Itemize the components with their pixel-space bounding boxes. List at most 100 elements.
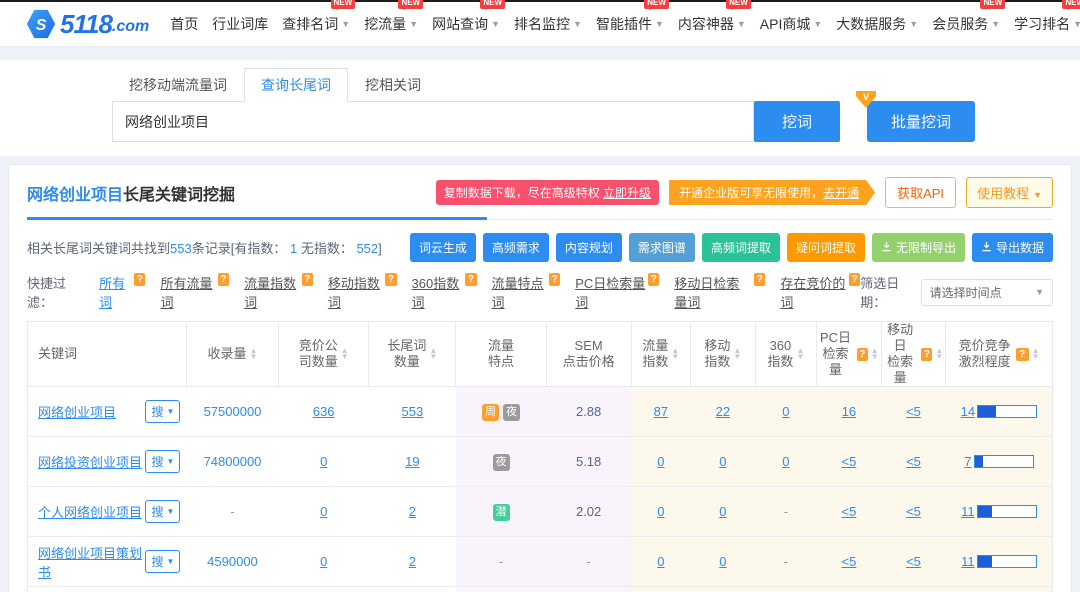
nav-item-会员服务[interactable]: NEW会员服务▼ [925, 10, 1007, 38]
upgrade-now-link[interactable]: 立即升级 [603, 186, 651, 200]
mobile-daily-search-value[interactable]: <5 [906, 454, 921, 469]
keyword-link[interactable]: 个人网络创业项目 [38, 502, 142, 521]
nav-item-API商城[interactable]: API商城▼ [753, 10, 830, 38]
nav-item-智能插件[interactable]: NEW智能插件▼ [589, 10, 671, 38]
column-header-traffic_index[interactable]: 流量指数▲▼ [631, 322, 690, 387]
mobile-index-value[interactable]: 0 [719, 454, 726, 469]
nav-item-网站查询[interactable]: NEW网站查询▼ [425, 10, 507, 38]
action-button-词云生成[interactable]: 词云生成 [410, 233, 476, 262]
action-button-高频词提取[interactable]: 高频词提取 [702, 233, 780, 262]
traffic-index-value[interactable]: 0 [657, 504, 664, 519]
competition-value[interactable]: 14 [961, 404, 975, 419]
filter-link-移动日检索量词[interactable]: 移动日检索量词 [674, 273, 752, 311]
nav-item-排名监控[interactable]: 排名监控▼ [507, 10, 589, 38]
open-enterprise-link[interactable]: 去开通 [823, 186, 859, 200]
index-360-value[interactable]: 0 [782, 454, 789, 469]
search-dropdown-button[interactable]: 搜▼ [145, 500, 180, 523]
column-header-bid_companies[interactable]: 竞价公司数量▲▼ [279, 322, 369, 387]
competition-value[interactable]: 11 [961, 554, 975, 569]
help-icon[interactable]: ? [385, 273, 396, 286]
search-dropdown-button[interactable]: 搜▼ [145, 400, 180, 423]
batch-dig-button[interactable]: V 批量挖词 [867, 101, 975, 142]
mobile-daily-search-value[interactable]: <5 [906, 504, 921, 519]
bid-companies-value[interactable]: 636 [313, 404, 335, 419]
sort-icon[interactable]: ▲▼ [871, 348, 879, 360]
column-header-index_360[interactable]: 360指数▲▼ [755, 322, 816, 387]
help-icon[interactable]: ? [1016, 348, 1029, 361]
search-dropdown-button[interactable]: 搜▼ [145, 450, 180, 473]
nav-item-行业词库[interactable]: 行业词库 [205, 10, 275, 38]
tab-挖移动端流量词[interactable]: 挖移动端流量词 [112, 68, 244, 101]
tab-查询长尾词[interactable]: 查询长尾词 [244, 68, 348, 102]
help-icon[interactable]: ? [134, 273, 145, 286]
date-filter-select[interactable]: 请选择时间点 ▼ [921, 279, 1053, 306]
help-icon[interactable]: ? [549, 273, 560, 286]
help-icon[interactable]: ? [857, 348, 868, 361]
longtail-count-value[interactable]: 19 [405, 454, 419, 469]
nav-item-挖流量[interactable]: NEW挖流量▼ [357, 10, 425, 38]
nav-item-大数据服务[interactable]: 大数据服务▼ [829, 10, 925, 38]
index-360-value[interactable]: 0 [782, 404, 789, 419]
bid-companies-value[interactable]: 0 [320, 554, 327, 569]
mobile-index-value[interactable]: 22 [716, 404, 730, 419]
action-button-疑问词提取[interactable]: 疑问词提取 [787, 233, 865, 262]
keyword-input[interactable] [112, 101, 754, 142]
column-header-mobile_daily[interactable]: 移动日检索量?▲▼ [881, 322, 946, 387]
tutorial-button[interactable]: 使用教程▼ [966, 177, 1053, 208]
sort-icon[interactable]: ▲▼ [1032, 348, 1040, 360]
column-header-longtail_count[interactable]: 长尾词数量▲▼ [369, 322, 456, 387]
keyword-link[interactable]: 网络创业项目 [38, 402, 116, 421]
help-icon[interactable]: ? [921, 348, 932, 361]
filter-link-所有词[interactable]: 所有词 [99, 273, 132, 311]
bid-companies-value[interactable]: 0 [320, 504, 327, 519]
mobile-daily-search-value[interactable]: <5 [906, 554, 921, 569]
nav-item-学习排名[interactable]: NEW学习排名▼ [1007, 10, 1080, 38]
filter-link-PC日检索量词[interactable]: PC日检索量词 [575, 273, 646, 311]
pc-daily-search-value[interactable]: <5 [842, 504, 857, 519]
sort-icon[interactable]: ▲▼ [429, 348, 437, 360]
dig-words-button[interactable]: 挖词 [754, 101, 840, 142]
filter-link-360指数词[interactable]: 360指数词 [412, 273, 464, 311]
keyword-link[interactable]: 网络投资创业项目 [38, 452, 142, 471]
traffic-index-value[interactable]: 0 [657, 554, 664, 569]
nav-item-首页[interactable]: 首页 [163, 10, 205, 38]
filter-link-流量特点词[interactable]: 流量特点词 [492, 273, 548, 311]
mobile-index-value[interactable]: 0 [719, 504, 726, 519]
mobile-daily-search-value[interactable]: <5 [906, 404, 921, 419]
sort-icon[interactable]: ▲▼ [250, 348, 258, 360]
help-icon[interactable]: ? [218, 273, 229, 286]
bid-companies-value[interactable]: 0 [320, 454, 327, 469]
action-button-导出数据[interactable]: 导出数据 [972, 233, 1053, 262]
column-header-index_volume[interactable]: 收录量▲▼ [186, 322, 278, 387]
column-header-mobile_index[interactable]: 移动指数▲▼ [691, 322, 756, 387]
action-button-高频需求[interactable]: 高频需求 [483, 233, 549, 262]
get-api-button[interactable]: 获取API [885, 177, 956, 208]
competition-value[interactable]: 7 [964, 454, 971, 469]
filter-link-所有流量词[interactable]: 所有流量词 [160, 273, 216, 311]
longtail-count-value[interactable]: 2 [409, 554, 416, 569]
sort-icon[interactable]: ▲▼ [796, 348, 804, 360]
keyword-link[interactable]: 网络创业项目策划书 [38, 543, 145, 581]
help-icon[interactable]: ? [754, 273, 765, 286]
nav-item-查排名词[interactable]: NEW查排名词▼ [275, 10, 357, 38]
pc-daily-search-value[interactable]: <5 [842, 554, 857, 569]
filter-link-移动指数词[interactable]: 移动指数词 [328, 273, 384, 311]
tab-挖相关词[interactable]: 挖相关词 [348, 68, 438, 101]
column-header-competition[interactable]: 竞价竞争激烈程度?▲▼ [946, 322, 1053, 387]
sort-icon[interactable]: ▲▼ [733, 348, 741, 360]
action-button-无限制导出[interactable]: 无限制导出 [872, 233, 965, 262]
sort-icon[interactable]: ▲▼ [341, 348, 349, 360]
traffic-index-value[interactable]: 0 [657, 454, 664, 469]
traffic-index-value[interactable]: 87 [654, 404, 668, 419]
help-icon[interactable]: ? [302, 273, 313, 286]
help-icon[interactable]: ? [648, 273, 659, 286]
search-dropdown-button[interactable]: 搜▼ [145, 550, 180, 573]
action-button-内容规划[interactable]: 内容规划 [556, 233, 622, 262]
filter-link-存在竞价的词[interactable]: 存在竞价的词 [780, 273, 847, 311]
mobile-index-value[interactable]: 0 [719, 554, 726, 569]
column-header-pc_daily[interactable]: PC日检索量?▲▼ [817, 322, 882, 387]
action-button-需求图谱[interactable]: 需求图谱 [629, 233, 695, 262]
competition-value[interactable]: 11 [961, 504, 975, 519]
sort-icon[interactable]: ▲▼ [935, 348, 943, 360]
help-icon[interactable]: ? [465, 273, 476, 286]
